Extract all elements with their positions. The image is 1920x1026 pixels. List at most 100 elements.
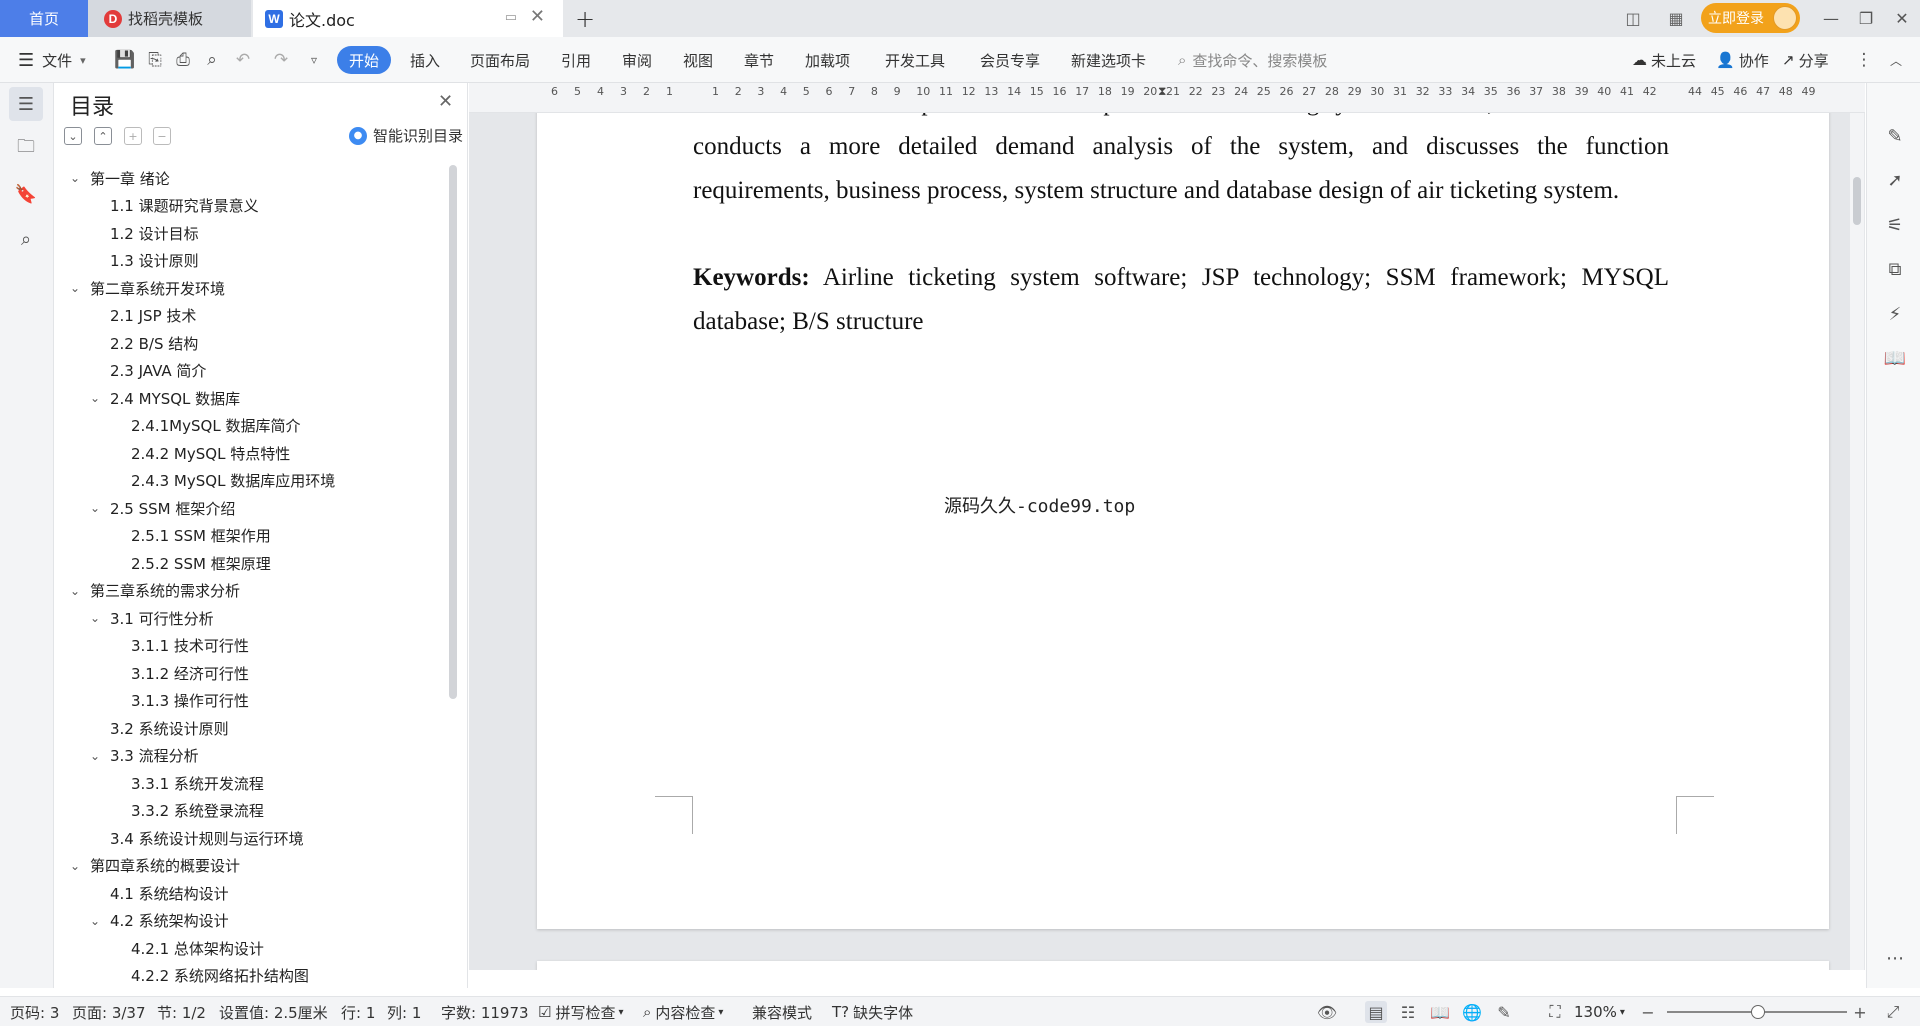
pen-icon[interactable]: ✎ xyxy=(1882,123,1908,149)
compat-mode[interactable]: 兼容模式 xyxy=(752,997,812,1026)
export-pdf-icon[interactable]: ⎘ xyxy=(143,48,167,72)
fit-page-icon[interactable]: ⛶ xyxy=(1544,1001,1566,1023)
image-tools-icon[interactable]: ⧉ xyxy=(1882,256,1908,282)
toc-item[interactable]: 3.3.2 系统登录流程 xyxy=(131,798,264,824)
toc-item[interactable]: 4.2.2 系统网络拓扑结构图 xyxy=(131,963,309,989)
status-section[interactable]: 节: 1/2 xyxy=(157,997,206,1026)
toc-item[interactable]: 3.2 系统设计原则 xyxy=(110,715,229,741)
tab-developer[interactable]: 开发工具 xyxy=(885,37,945,83)
vertical-scrollbar[interactable] xyxy=(1850,113,1864,970)
share-button[interactable]: ↗ 分享 xyxy=(1782,37,1829,83)
toc-item[interactable]: ⌄ 4.2 系统架构设计 xyxy=(90,908,229,934)
cloud-status[interactable]: ☁ 未上云 xyxy=(1632,37,1696,83)
outline-icon[interactable]: ☰ xyxy=(9,87,43,121)
redo-icon[interactable]: ↷ xyxy=(269,48,293,72)
tab-addins[interactable]: 加载项 xyxy=(805,37,850,83)
missing-font-button[interactable]: T? 缺失字体 xyxy=(832,997,913,1026)
tab-member[interactable]: 会员专享 xyxy=(980,37,1040,83)
tab-document[interactable]: W 论文.doc ▭ ✕ xyxy=(253,0,563,37)
document-page[interactable]: The thesis first expounds the developmen… xyxy=(537,113,1829,929)
toc-item[interactable]: 3.4 系统设计规则与运行环境 xyxy=(110,825,304,851)
tab-insert[interactable]: 插入 xyxy=(410,37,440,83)
zoom-out-icon[interactable]: − xyxy=(1637,1001,1659,1023)
adjust-icon[interactable]: ⚟ xyxy=(1882,212,1908,238)
horizontal-ruler[interactable]: ⧗ 6 5 4 3 2 1 1 2 3 4 5 6 7 8 9 10 11 12 13 14 15 16 17 18 19 20 2… xyxy=(469,83,1865,113)
toc-item[interactable]: ⌄ 第三章系统的需求分析 xyxy=(70,578,240,604)
toc-item[interactable]: 3.1.3 操作可行性 xyxy=(131,688,249,714)
outline-view-icon[interactable]: ☷ xyxy=(1397,1001,1419,1023)
toc-item[interactable]: ⌄ 第一章 绪论 xyxy=(70,165,170,191)
close-tab-icon[interactable]: ✕ xyxy=(530,6,545,27)
toc-item[interactable]: ⌄ 第二章系统开发环境 xyxy=(70,275,225,301)
zoom-in-icon[interactable]: + xyxy=(1849,1001,1871,1023)
toc-item[interactable]: 2.3 JAVA 简介 xyxy=(110,358,206,384)
undo-icon[interactable]: ↶ xyxy=(231,48,255,72)
page-view-icon[interactable]: ▤ xyxy=(1365,1001,1387,1023)
toc-item[interactable]: ⌄ 2.5 SSM 框架介绍 xyxy=(90,495,235,521)
vertical-scroll-thumb[interactable] xyxy=(1853,177,1861,225)
login-button[interactable]: 立即登录 xyxy=(1701,3,1800,33)
search-icon[interactable]: ⌕ xyxy=(9,222,43,256)
toc-item[interactable]: 1.3 设计原则 xyxy=(110,248,199,274)
tab-template[interactable]: D 找稻壳模板 xyxy=(88,0,251,37)
toc-item[interactable]: 2.5.2 SSM 框架原理 xyxy=(131,550,271,576)
tab-new-tab[interactable]: 新建选项卡 xyxy=(1071,37,1146,83)
print-icon[interactable]: ⎙ xyxy=(171,48,195,72)
toc-scrollbar[interactable] xyxy=(449,165,457,699)
more-icon[interactable]: ⋮ xyxy=(1852,48,1876,72)
toc-item[interactable]: 1.1 课题研究背景意义 xyxy=(110,193,259,219)
chevron-down-icon[interactable]: ⌄ xyxy=(70,171,84,185)
remove-heading-icon[interactable]: − xyxy=(153,127,171,145)
status-page-code[interactable]: 页码: 3 xyxy=(10,997,59,1026)
zoom-dropdown[interactable]: 130% ▾ xyxy=(1574,997,1625,1026)
eye-protection-icon[interactable]: 👁 xyxy=(1316,1001,1338,1023)
tab-references[interactable]: 引用 xyxy=(561,37,591,83)
tab-page-layout[interactable]: 页面布局 xyxy=(470,37,530,83)
tab-chapter[interactable]: 章节 xyxy=(744,37,774,83)
status-words[interactable]: 字数: 11973 xyxy=(441,997,529,1026)
layout-icon[interactable]: ◫ xyxy=(1620,6,1646,30)
chevron-down-icon[interactable]: ⌄ xyxy=(90,914,104,928)
chevron-down-icon[interactable]: ⌄ xyxy=(70,584,84,598)
reading-view-icon[interactable]: 📖 xyxy=(1429,1001,1451,1023)
close-icon[interactable]: ✕ xyxy=(438,91,453,112)
toc-item[interactable]: ⌄ 3.1 可行性分析 xyxy=(90,605,214,631)
expand-all-icon[interactable]: ⌄ xyxy=(64,127,82,145)
float-window-icon[interactable]: ▭ xyxy=(505,10,517,25)
pointer-icon[interactable]: ➚ xyxy=(1882,167,1908,193)
spell-check-button[interactable]: ☑ 拼写检查 ▾ xyxy=(538,997,624,1026)
toc-item[interactable]: 3.1.2 经济可行性 xyxy=(131,660,249,686)
toc-item[interactable]: ⌄ 2.4 MYSQL 数据库 xyxy=(90,385,240,411)
status-col[interactable]: 列: 1 xyxy=(387,997,421,1026)
navigation-icon[interactable]: 🗀 xyxy=(9,132,43,166)
add-heading-icon[interactable]: + xyxy=(124,127,142,145)
toc-item[interactable]: 2.4.3 MySQL 数据库应用环境 xyxy=(131,468,335,494)
file-menu[interactable]: ☰ 文件 ▾ xyxy=(18,37,86,83)
toc-item[interactable]: 4.2.1 总体架构设计 xyxy=(131,935,264,961)
toc-item[interactable]: 2.5.1 SSM 框架作用 xyxy=(131,523,271,549)
tab-home[interactable]: 首页 xyxy=(0,0,88,37)
web-view-icon[interactable]: 🌐 xyxy=(1461,1001,1483,1023)
command-search[interactable]: ⌕ 查找命令、搜索模板 xyxy=(1178,37,1327,83)
toc-item[interactable]: 4.1 系统结构设计 xyxy=(110,880,229,906)
toc-item[interactable]: 2.2 B/S 结构 xyxy=(110,330,198,356)
tab-start[interactable]: 开始 xyxy=(337,46,391,74)
tab-review[interactable]: 审阅 xyxy=(622,37,652,83)
chevron-down-icon[interactable]: ⌄ xyxy=(90,611,104,625)
close-window-icon[interactable]: ✕ xyxy=(1884,4,1920,32)
status-row[interactable]: 行: 1 xyxy=(341,997,375,1026)
chevron-down-icon[interactable]: ⌄ xyxy=(90,391,104,405)
toc-item[interactable]: ⌄ 第四章系统的概要设计 xyxy=(70,853,240,879)
write-mode-icon[interactable]: ✎ xyxy=(1493,1001,1515,1023)
reading-icon[interactable]: 📖 xyxy=(1882,345,1908,371)
new-tab-button[interactable]: + xyxy=(572,0,598,37)
content-check-button[interactable]: ⌕ 内容检查 ▾ xyxy=(643,997,723,1026)
restore-icon[interactable]: ❐ xyxy=(1848,4,1884,32)
zoom-slider-handle[interactable] xyxy=(1751,1005,1765,1019)
print-preview-icon[interactable]: ⌕ xyxy=(200,48,224,72)
chevron-down-icon[interactable]: ⌄ xyxy=(70,281,84,295)
status-page[interactable]: 页面: 3/37 xyxy=(72,997,146,1026)
toc-item[interactable]: 2.4.2 MySQL 特点特性 xyxy=(131,440,290,466)
tab-view[interactable]: 视图 xyxy=(683,37,713,83)
collapse-all-icon[interactable]: ⌃ xyxy=(94,127,112,145)
